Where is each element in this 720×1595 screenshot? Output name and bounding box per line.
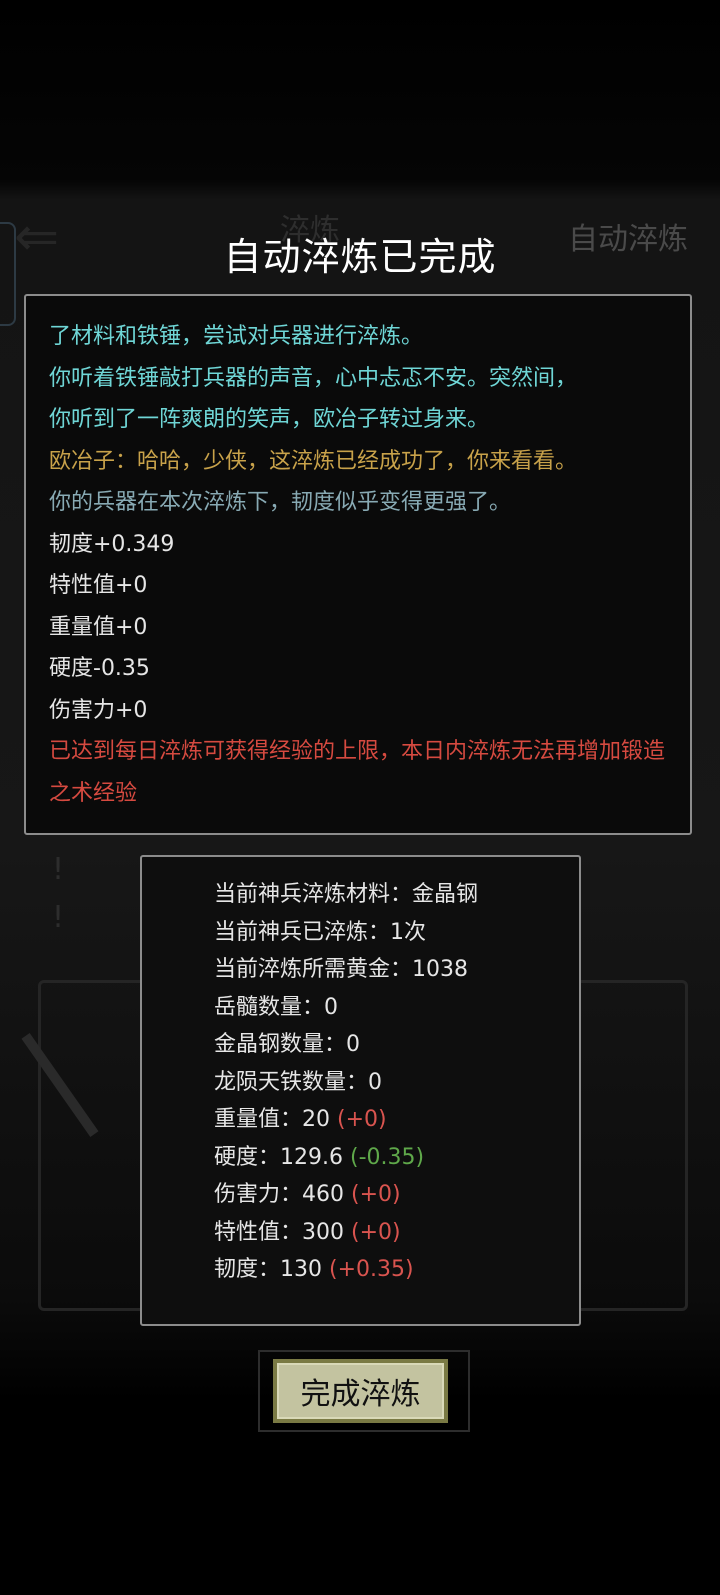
stat-label: 重量值： [214,1107,303,1132]
stat-label: 伤害力： [214,1182,303,1207]
background-warning-1: ! [52,852,64,887]
stat-value: 0 [324,994,339,1020]
stat-row: 韧度：130 (+0.35) [214,1251,579,1289]
refine-log-panel: 了材料和铁锤，尝试对兵器进行淬炼。你听着铁锤敲打兵器的声音，心中忐忑不安。突然间… [24,294,692,835]
stat-value: 1038 [412,957,469,982]
dialog-title: 自动淬炼已完成 [223,235,497,279]
stat-row: 当前神兵淬炼材料：金晶钢 [214,876,579,914]
stat-value: 20 [302,1107,331,1132]
stat-value: 1次 [390,919,427,945]
log-line: 硬度-0.35 [49,656,150,681]
log-line: 你听到了一阵爽朗的笑声，欧冶子转过身来。 [49,407,490,432]
stat-delta: (+0) [351,1219,401,1245]
log-line: 你的兵器在本次淬炼下，韧度似乎变得更强了。 [49,490,512,515]
log-line: 特性值+0 [49,573,148,598]
stat-row: 当前淬炼所需黄金：1038 [214,951,579,989]
stat-label: 金晶钢数量： [214,1032,347,1057]
stat-label: 当前神兵淬炼材料： [214,882,413,907]
stat-value: 0 [346,1032,361,1057]
log-line: 重量值+0 [49,614,148,640]
stat-value: 130 [280,1257,323,1282]
stat-row: 重量值：20 (+0) [214,1101,579,1139]
log-line: 韧度+0.349 [49,531,175,557]
stat-delta: (+0) [351,1182,401,1207]
stat-value: 129.6 [280,1144,343,1170]
stat-row: 金晶钢数量：0 [214,1026,579,1064]
stat-row: 岳髓数量：0 [214,989,579,1027]
stat-row: 特性值：300 (+0) [214,1214,579,1252]
weapon-stats-panel: 当前神兵淬炼材料：金晶钢 当前神兵已淬炼：1次 当前淬炼所需黄金：1038 岳髓数量：… [140,855,581,1326]
log-line: 已达到每日淬炼可获得经验的上限，本日内淬炼无法再增加锻造之术经验 [49,739,666,806]
stat-label: 硬度： [214,1144,281,1170]
log-line: 欧冶子：哈哈，少侠，这淬炼已经成功了，你来看看。 [49,448,578,474]
stat-row: 伤害力：460 (+0) [214,1176,579,1214]
stat-row: 硬度：129.6 (-0.35) [214,1139,579,1177]
stat-label: 当前淬炼所需黄金： [214,957,413,982]
finish-refine-button[interactable]: 完成淬炼 [273,1359,448,1423]
stat-label: 特性值： [214,1219,303,1245]
warning-icon: ! [52,852,65,887]
stat-label: 当前神兵已淬炼： [214,919,391,945]
stat-value: 金晶钢 [412,882,479,907]
stat-value: 300 [302,1219,345,1245]
stat-row: 当前神兵已淬炼：1次 [214,914,579,952]
stat-label: 岳髓数量： [214,994,325,1020]
stat-value: 0 [368,1069,383,1095]
warning-icon: ! [52,900,65,935]
stat-delta: (+0) [337,1107,387,1132]
stat-row: 龙陨天铁数量：0 [214,1064,579,1102]
stat-label: 韧度： [214,1257,281,1282]
stat-label: 龙陨天铁数量： [214,1069,369,1095]
log-line: 你听着铁锤敲打兵器的声音，心中忐忑不安。突然间， [49,365,578,391]
background-warning-2: ! [52,900,64,935]
stat-delta: (+0.35) [329,1257,414,1282]
stat-value: 460 [302,1182,345,1207]
stat-delta: (-0.35) [350,1144,425,1170]
log-line: 伤害力+0 [49,697,148,723]
log-line: 了材料和铁锤，尝试对兵器进行淬炼。 [49,324,424,349]
